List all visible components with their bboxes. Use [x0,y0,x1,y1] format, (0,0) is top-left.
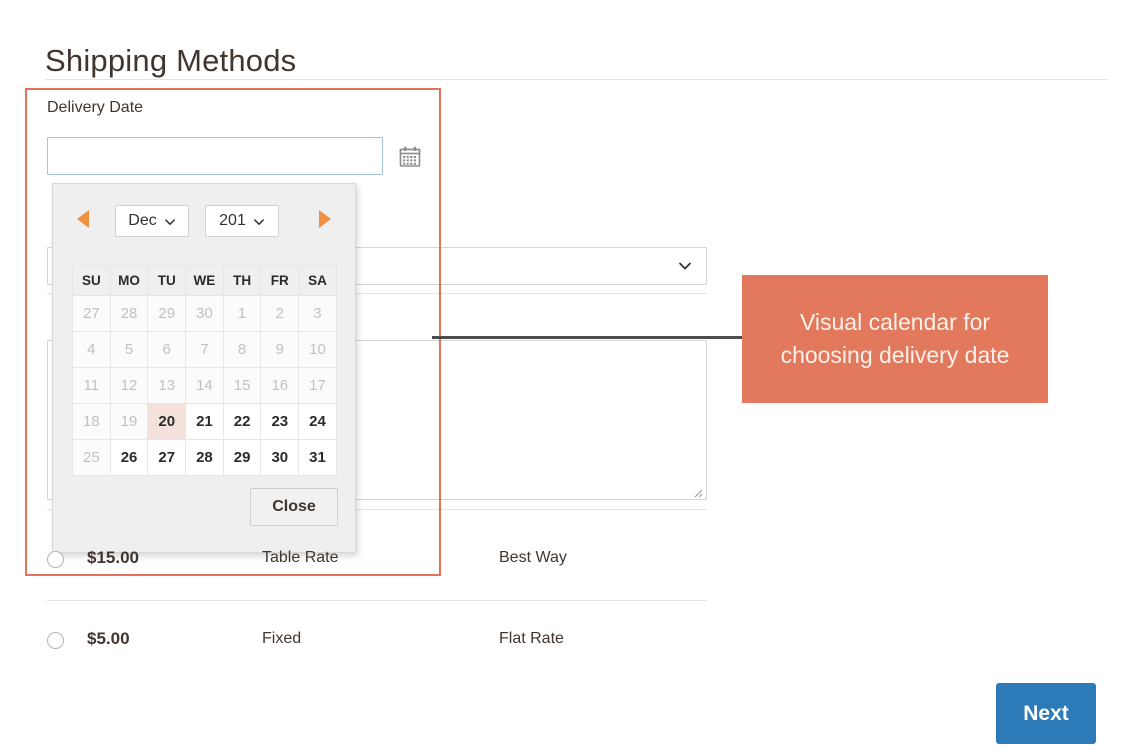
calendar-day-cell-disabled: 9 [260,331,300,368]
calendar-day-cell-disabled: 14 [185,367,224,404]
annotation-callout-text: Visual calendar for choosing delivery da… [767,306,1024,372]
chevron-down-icon [678,259,692,273]
calendar-day-cell-disabled: 29 [147,295,187,332]
triangle-left-icon[interactable] [77,210,89,228]
shipping-carrier-name: Flat Rate [499,630,564,647]
calendar-day-cell-disabled: 16 [260,367,300,404]
shipping-option-radio[interactable] [47,551,64,568]
calendar-day-cell-disabled: 8 [222,331,262,368]
calendar-week-row: 4 5 6 7 8 9 10 [72,331,337,368]
calendar-day-cell-disabled: 2 [260,295,300,332]
calendar-day-cell-disabled: 30 [185,295,224,332]
datepicker-month-value: Dec [128,212,157,229]
calendar-day-cell-disabled: 28 [109,295,149,332]
calendar-day-cell-disabled: 17 [298,367,337,404]
title-divider [45,79,1108,80]
calendar-day-cell-disabled: 1 [222,295,262,332]
calendar-day-cell-disabled: 7 [185,331,224,368]
weekday-header-cell: WE [185,265,224,296]
calendar-week-row: 27 28 29 30 1 2 3 [72,295,337,332]
calendar-day-cell-disabled: 13 [147,367,187,404]
calendar-day-cell[interactable]: 22 [222,403,262,440]
shipping-option-radio[interactable] [47,632,64,649]
page-title: Shipping Methods [45,42,297,78]
datepicker-month-select[interactable]: Dec [115,205,189,237]
shipping-option-row[interactable]: $5.00 Fixed Flat Rate [47,627,707,657]
calendar-day-cell-disabled: 18 [72,403,111,440]
weekday-header-cell: TH [222,265,262,296]
calendar-day-cell-disabled: 10 [298,331,337,368]
calendar-day-cell-today[interactable]: 20 [147,403,187,440]
annotation-connector-line [432,336,744,339]
calendar-day-cell-disabled: 4 [72,331,111,368]
shipping-option-row[interactable]: $15.00 Table Rate Best Way [47,546,707,576]
calendar-day-cell-disabled: 5 [109,331,149,368]
shipping-row-divider [47,600,707,601]
datepicker-year-value: 201 [219,212,246,229]
weekday-header-cell: MO [109,265,149,296]
weekday-header-cell: SU [72,265,111,296]
triangle-right-icon[interactable] [319,210,331,228]
shipping-method-name: Fixed [262,630,302,647]
calendar-day-cell[interactable]: 26 [109,439,149,476]
calendar-day-cell[interactable]: 21 [185,403,224,440]
datepicker-header: Dec 201 [53,184,355,252]
delivery-date-input[interactable] [47,137,383,175]
shipping-method-name: Table Rate [262,549,339,566]
calendar-day-cell-disabled: 27 [72,295,111,332]
annotation-callout-line1: Visual calendar for [799,309,991,335]
calendar-week-row: 18 19 20 21 22 23 24 [72,403,337,440]
calendar-day-cell[interactable]: 24 [298,403,337,440]
calendar-day-cell[interactable]: 31 [298,439,337,476]
calendar-day-cell-disabled: 6 [147,331,187,368]
annotation-callout: Visual calendar for choosing delivery da… [742,275,1048,403]
calendar-week-row: 11 12 13 14 15 16 17 [72,367,337,404]
calendar-day-cell-disabled: 12 [109,367,149,404]
datepicker-year-select[interactable]: 201 [205,205,279,237]
resize-grip-icon[interactable] [691,485,703,498]
calendar-day-cell[interactable]: 23 [260,403,300,440]
shipping-price: $15.00 [87,548,139,567]
datepicker-panel[interactable]: Dec 201 SU MO TU WE TH FR SA 27 28 29 30 1 2 3 4 5 6 7 8 9… [52,183,356,553]
weekday-header-cell: TU [147,265,187,296]
shipping-price: $5.00 [87,629,130,648]
weekday-header-cell: FR [260,265,300,296]
calendar-icon[interactable] [398,145,422,169]
calendar-day-cell-disabled: 19 [109,403,149,440]
calendar-day-cell[interactable]: 29 [222,439,262,476]
calendar-day-cell-disabled: 15 [222,367,262,404]
datepicker-calendar-grid: SU MO TU WE TH FR SA 27 28 29 30 1 2 3 4 5 6 7 8 9 10 11 12 13… [72,265,337,476]
shipping-carrier-name: Best Way [499,549,567,566]
calendar-week-row: 25 26 27 28 29 30 31 [72,439,337,476]
next-button[interactable]: Next [996,683,1096,744]
calendar-day-cell[interactable]: 27 [147,439,187,476]
calendar-day-cell[interactable]: 30 [260,439,300,476]
delivery-date-label: Delivery Date [47,99,144,116]
calendar-day-cell-disabled: 3 [298,295,337,332]
calendar-day-cell[interactable]: 28 [185,439,224,476]
calendar-day-cell-disabled: 11 [72,367,111,404]
weekday-header-cell: SA [298,265,337,296]
annotation-callout-line2: choosing delivery date [780,342,1010,368]
weekday-header-row: SU MO TU WE TH FR SA [72,265,337,296]
calendar-day-cell-disabled: 25 [72,439,111,476]
datepicker-close-button[interactable]: Close [250,488,338,526]
chevron-down-icon [164,215,176,227]
chevron-down-icon [253,215,265,227]
